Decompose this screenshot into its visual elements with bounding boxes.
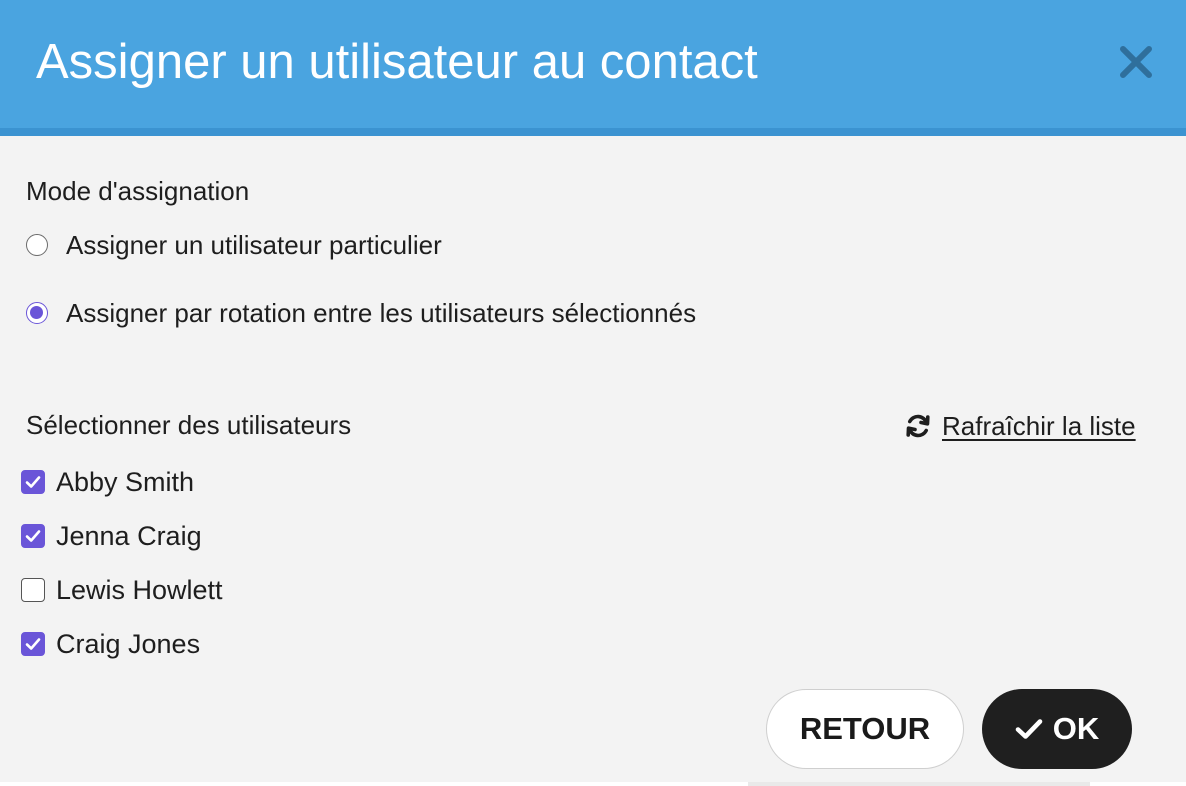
select-users-label: Sélectionner des utilisateurs [26, 410, 352, 440]
checkbox[interactable] [21, 632, 45, 656]
checkmark-icon [25, 476, 41, 488]
assign-user-dialog: Assigner un utilisateur au contact Mode … [0, 0, 1186, 782]
user-name: Abby Smith [56, 467, 195, 497]
radio-option-particular-user[interactable]: Assigner un utilisateur particulier [26, 225, 442, 265]
assignment-mode-label: Mode d'assignation [26, 176, 250, 206]
radio-option-rotation[interactable]: Assigner par rotation entre les utilisat… [26, 293, 696, 333]
back-button[interactable]: RETOUR [766, 689, 964, 769]
radio-label: Assigner par rotation entre les utilisat… [66, 298, 697, 328]
radio-button[interactable] [26, 234, 48, 256]
radio-label: Assigner un utilisateur particulier [66, 230, 442, 260]
dialog-title: Assigner un utilisateur au contact [36, 35, 758, 89]
refresh-icon [904, 412, 932, 440]
user-name: Lewis Howlett [56, 575, 223, 605]
bottom-strip-segment [748, 782, 1090, 786]
close-icon[interactable] [1116, 42, 1156, 82]
user-item-craig-jones[interactable]: Craig Jones [21, 625, 200, 663]
user-item-lewis-howlett[interactable]: Lewis Howlett [21, 571, 223, 609]
user-name: Jenna Craig [56, 521, 202, 551]
refresh-list-link[interactable]: Rafraîchir la liste [904, 407, 1136, 445]
user-item-abby-smith[interactable]: Abby Smith [21, 463, 194, 501]
back-button-label: RETOUR [799, 711, 931, 746]
checkbox[interactable] [21, 578, 45, 602]
checkbox[interactable] [21, 470, 45, 494]
radio-button[interactable] [26, 302, 48, 324]
dialog-header: Assigner un utilisateur au contact [0, 0, 1186, 136]
ok-button[interactable]: OK [982, 689, 1132, 769]
bottom-strip [0, 782, 1186, 786]
checkmark-icon [1015, 719, 1043, 739]
refresh-list-label: Rafraîchir la liste [942, 411, 1136, 441]
checkbox[interactable] [21, 524, 45, 548]
ok-button-label: OK [1052, 711, 1100, 746]
user-item-jenna-craig[interactable]: Jenna Craig [21, 517, 202, 555]
checkmark-icon [25, 638, 41, 650]
user-name: Craig Jones [56, 629, 201, 659]
checkmark-icon [25, 530, 41, 542]
